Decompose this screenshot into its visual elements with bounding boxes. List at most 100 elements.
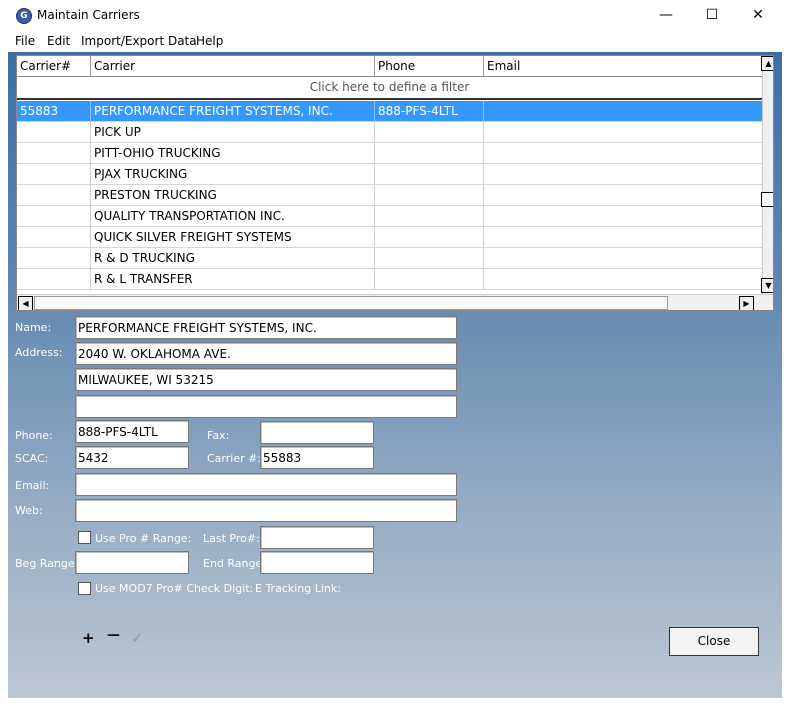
cell-num[interactable]: [17, 164, 91, 185]
table-row[interactable]: PICK UP: [17, 122, 762, 143]
column-header-carrier[interactable]: Carrier: [91, 56, 375, 76]
beg-range-input[interactable]: [75, 551, 189, 574]
tracking-link-label: E Tracking Link:: [255, 582, 341, 595]
use-mod7-checkbox[interactable]: [78, 582, 91, 595]
address-line3-input[interactable]: [75, 395, 457, 418]
name-input[interactable]: [75, 316, 457, 339]
close-button[interactable]: Close: [669, 627, 759, 656]
last-pro-input[interactable]: [260, 526, 374, 549]
table-row[interactable]: R & D TRUCKING: [17, 248, 762, 269]
client-area: Carrier# Carrier Phone Email Click here …: [8, 52, 782, 698]
menu-bar: File Edit Import/Export Data Help: [0, 31, 789, 51]
table-row[interactable]: R & L TRANSFER: [17, 269, 762, 290]
phone-input[interactable]: [75, 420, 189, 443]
column-header-carrier-num[interactable]: Carrier#: [17, 56, 91, 76]
cell-carrier[interactable]: PITT-OHIO TRUCKING: [91, 143, 375, 164]
cell-phone[interactable]: [375, 122, 484, 143]
cell-email[interactable]: [484, 185, 762, 206]
phone-label: Phone:: [15, 429, 53, 442]
cell-email[interactable]: [484, 227, 762, 248]
carriers-grid: Carrier# Carrier Phone Email Click here …: [16, 55, 774, 311]
cell-num[interactable]: [17, 122, 91, 143]
cell-carrier[interactable]: R & D TRUCKING: [91, 248, 375, 269]
cell-num[interactable]: [17, 206, 91, 227]
email-input[interactable]: [75, 473, 457, 496]
menu-edit[interactable]: Edit: [47, 34, 70, 48]
cell-email[interactable]: [484, 101, 762, 122]
end-range-input[interactable]: [260, 551, 374, 574]
scac-label: SCAC:: [15, 452, 49, 465]
address-line1-input[interactable]: [75, 342, 457, 365]
email-label: Email:: [15, 479, 50, 492]
web-input[interactable]: [75, 499, 457, 522]
cell-phone[interactable]: 888-PFS-4LTL: [375, 101, 484, 122]
menu-import-export-data[interactable]: Import/Export Data: [81, 34, 197, 48]
cell-email[interactable]: [484, 269, 762, 290]
column-header-phone[interactable]: Phone: [375, 56, 484, 76]
cell-num[interactable]: 55883: [17, 101, 91, 122]
scroll-left-arrow-icon[interactable]: ◀: [18, 296, 33, 310]
scroll-up-arrow-icon[interactable]: ▲: [761, 56, 773, 71]
cell-email[interactable]: [484, 122, 762, 143]
cell-phone[interactable]: [375, 143, 484, 164]
add-icon[interactable]: +: [82, 629, 95, 647]
confirm-icon[interactable]: ✓: [131, 629, 144, 647]
address-line2-input[interactable]: [75, 368, 457, 391]
cell-phone[interactable]: [375, 185, 484, 206]
table-row[interactable]: QUICK SILVER FREIGHT SYSTEMS: [17, 227, 762, 248]
cell-carrier[interactable]: PRESTON TRUCKING: [91, 185, 375, 206]
cell-phone[interactable]: [375, 164, 484, 185]
cell-phone[interactable]: [375, 227, 484, 248]
end-range-label: End Range:: [203, 557, 266, 570]
window-title: Maintain Carriers: [37, 8, 140, 22]
minimize-button[interactable]: —: [643, 0, 689, 31]
scroll-right-arrow-icon[interactable]: ▶: [739, 296, 754, 310]
cell-phone[interactable]: [375, 206, 484, 227]
use-pro-range-label: Use Pro # Range:: [95, 532, 192, 545]
close-window-button[interactable]: ✕: [735, 0, 781, 31]
column-header-email[interactable]: Email: [484, 56, 762, 76]
cell-carrier[interactable]: QUICK SILVER FREIGHT SYSTEMS: [91, 227, 375, 248]
use-pro-range-checkbox[interactable]: [78, 531, 91, 544]
cell-carrier[interactable]: PJAX TRUCKING: [91, 164, 375, 185]
scac-input[interactable]: [75, 446, 189, 469]
table-row[interactable]: 55883 PERFORMANCE FREIGHT SYSTEMS, INC. 88…: [17, 101, 762, 122]
carrier-num-input[interactable]: [260, 446, 374, 469]
beg-range-label: Beg Range:: [15, 557, 79, 570]
grid-rows: 55883 PERFORMANCE FREIGHT SYSTEMS, INC. 88…: [17, 101, 762, 290]
cell-email[interactable]: [484, 248, 762, 269]
scroll-down-arrow-icon[interactable]: ▼: [761, 278, 773, 293]
cell-carrier[interactable]: PICK UP: [91, 122, 375, 143]
remove-icon[interactable]: —: [107, 628, 120, 643]
cell-email[interactable]: [484, 143, 762, 164]
cell-num[interactable]: [17, 143, 91, 164]
table-row[interactable]: PRESTON TRUCKING: [17, 185, 762, 206]
menu-help[interactable]: Help: [196, 34, 223, 48]
cell-carrier[interactable]: QUALITY TRANSPORTATION INC.: [91, 206, 375, 227]
table-row[interactable]: PJAX TRUCKING: [17, 164, 762, 185]
cell-num[interactable]: [17, 227, 91, 248]
filter-row[interactable]: Click here to define a filter: [17, 77, 762, 100]
cell-email[interactable]: [484, 206, 762, 227]
cell-num[interactable]: [17, 248, 91, 269]
cell-carrier[interactable]: R & L TRANSFER: [91, 269, 375, 290]
maintain-carriers-window: G Maintain Carriers — ☐ ✕ File Edit Impo…: [0, 0, 789, 706]
menu-file[interactable]: File: [15, 34, 35, 48]
cell-num[interactable]: [17, 185, 91, 206]
scroll-thumb[interactable]: [761, 192, 773, 207]
table-row[interactable]: QUALITY TRANSPORTATION INC.: [17, 206, 762, 227]
cell-num[interactable]: [17, 269, 91, 290]
grid-header: Carrier# Carrier Phone Email: [17, 56, 762, 77]
vertical-scrollbar[interactable]: ▲ ▼: [761, 56, 773, 294]
fax-input[interactable]: [260, 421, 374, 444]
horizontal-scroll-thumb[interactable]: [34, 296, 668, 310]
carrier-num-label: Carrier #:: [207, 452, 262, 465]
cell-email[interactable]: [484, 164, 762, 185]
maximize-button[interactable]: ☐: [689, 0, 735, 31]
title-bar: G Maintain Carriers — ☐ ✕: [0, 0, 789, 31]
cell-phone[interactable]: [375, 269, 484, 290]
cell-carrier[interactable]: PERFORMANCE FREIGHT SYSTEMS, INC.: [91, 101, 375, 122]
table-row[interactable]: PITT-OHIO TRUCKING: [17, 143, 762, 164]
horizontal-scrollbar[interactable]: ◀ ▶: [17, 294, 773, 310]
cell-phone[interactable]: [375, 248, 484, 269]
